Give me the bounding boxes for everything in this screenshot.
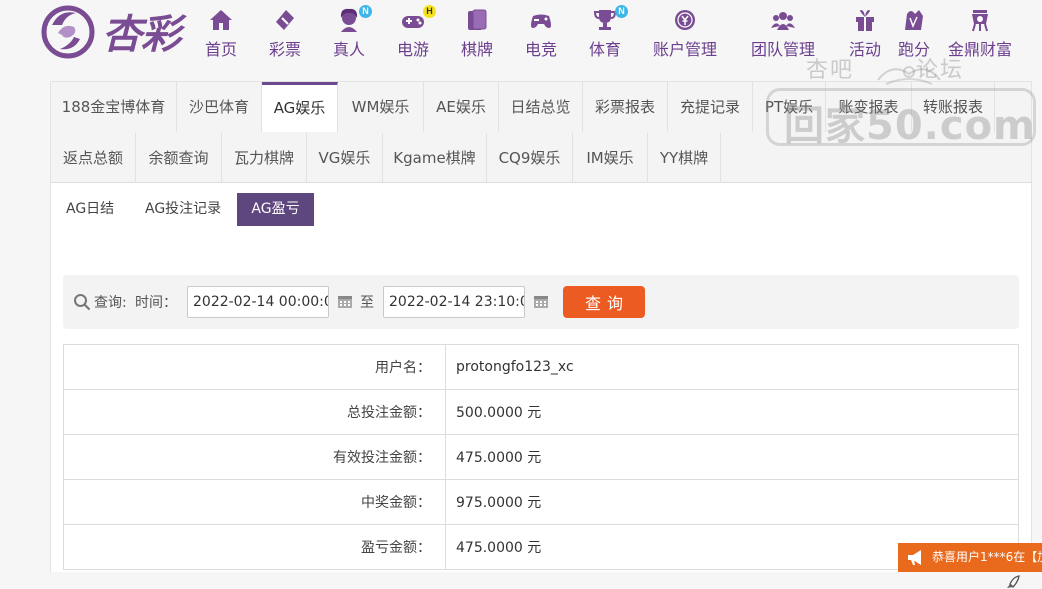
tab-188-sports[interactable]: 188金宝博体育	[51, 82, 177, 132]
table-row: 中奖金额： 975.0000 元	[63, 479, 1019, 525]
profit-loss-table: 用户名： protongfo123_xc 总投注金额： 500.0000 元 有效投…	[63, 344, 1019, 570]
team-icon	[771, 12, 795, 30]
nav-item-activity[interactable]: 活动	[849, 6, 881, 62]
table-row: 用户名： protongfo123_xc	[63, 344, 1019, 390]
row-label: 有效投注金额：	[63, 434, 446, 480]
tab-transfer-report[interactable]: 转账报表	[912, 82, 995, 132]
table-row: 盈亏金额： 475.0000 元	[63, 524, 1019, 570]
row-value: 475.0000 元	[445, 434, 1019, 480]
tab-daily-overview[interactable]: 日结总览	[499, 82, 583, 132]
tab-rebate-total[interactable]: 返点总额	[51, 133, 136, 183]
ticket-icon	[276, 10, 294, 30]
row-label: 中奖金额：	[63, 479, 446, 525]
tab-cq9-entertainment[interactable]: CQ9娱乐	[487, 133, 573, 183]
row-label: 总投注金额：	[63, 389, 446, 435]
start-time-input[interactable]	[187, 286, 329, 318]
tab-kgame-chess[interactable]: Kgame棋牌	[383, 133, 487, 183]
query-button[interactable]: 查询	[563, 286, 645, 318]
nav-item-home[interactable]: 首页	[205, 6, 237, 62]
calendar-icon[interactable]	[337, 293, 353, 309]
tab-ae-entertainment[interactable]: AE娱乐	[424, 82, 499, 132]
nav-item-team[interactable]: 团队管理	[751, 6, 815, 62]
controller-icon	[531, 14, 551, 28]
cards-icon	[468, 9, 487, 30]
winner-notice[interactable]: 恭喜用户1***6在【加	[898, 543, 1042, 572]
table-row: 总投注金额： 500.0000 元	[63, 389, 1019, 435]
row-value: protongfo123_xc	[445, 344, 1019, 390]
search-icon	[74, 294, 91, 311]
time-label: 时间：	[135, 295, 177, 311]
nav-item-live[interactable]: N 真人	[333, 5, 372, 62]
end-time-input[interactable]	[383, 286, 525, 318]
calendar-icon[interactable]	[533, 293, 549, 309]
hot-badge: H	[423, 5, 436, 18]
notice-text: 恭喜用户1***6在【加	[932, 550, 1042, 564]
nav-item-wealth[interactable]: 金鼎财富	[948, 6, 1012, 62]
nav-item-slots[interactable]: H 电游	[397, 5, 436, 62]
new-badge: N	[615, 5, 628, 18]
nav-item-esports[interactable]: 电竞	[525, 6, 557, 62]
gift-icon	[856, 10, 874, 31]
new-badge: N	[359, 5, 372, 18]
nav-item-running-score[interactable]: 跑分	[898, 6, 930, 62]
logo-text: 杏彩	[102, 11, 181, 58]
query-bar: 查询: 时间： 至 查询	[63, 275, 1019, 329]
query-label: 查询:	[94, 295, 127, 311]
top-header: 杏彩 首页 彩票 N 真人 H 电游 棋牌 电竞 N 体育 账户管理 团队管理 …	[0, 0, 1042, 70]
back-to-top-rocket-icon[interactable]	[1004, 575, 1020, 589]
row-label: 用户名：	[63, 344, 446, 390]
tab-deposit-withdraw-records[interactable]: 充提记录	[668, 82, 753, 132]
tab-wali-chess[interactable]: 瓦力棋牌	[222, 133, 307, 183]
running-icon	[905, 10, 923, 30]
report-panel: 188金宝博体育 沙巴体育 AG娱乐 WM娱乐 AE娱乐 日结总览 彩票报表 充…	[50, 81, 1032, 589]
megaphone-icon	[908, 550, 921, 565]
subtab-ag-daily[interactable]: AG日结	[58, 193, 122, 226]
report-tabs: 188金宝博体育 沙巴体育 AG娱乐 WM娱乐 AE娱乐 日结总览 彩票报表 充…	[51, 82, 1031, 183]
tab-vg-entertainment[interactable]: VG娱乐	[307, 133, 383, 183]
subtab-ag-profit-loss[interactable]: AG盈亏	[237, 193, 314, 226]
row-value: 975.0000 元	[445, 479, 1019, 525]
nav-item-sports[interactable]: N 体育	[589, 5, 628, 62]
subtab-ag-bet-records[interactable]: AG投注记录	[137, 193, 229, 226]
tab-pt-entertainment[interactable]: PT娱乐	[753, 82, 826, 132]
nav-item-lottery[interactable]: 彩票	[269, 6, 301, 62]
yen-coin-icon	[675, 10, 695, 30]
row-value: 500.0000 元	[445, 389, 1019, 435]
table-row: 有效投注金额： 475.0000 元	[63, 434, 1019, 480]
tripod-icon	[972, 10, 988, 32]
tab-yy-chess[interactable]: YY棋牌	[648, 133, 721, 183]
logo-emblem-icon	[41, 5, 95, 59]
row-label: 盈亏金额：	[63, 524, 446, 570]
tab-balance-query[interactable]: 余额查询	[136, 133, 222, 183]
tab-lottery-report[interactable]: 彩票报表	[583, 82, 668, 132]
tab-balance-change-report[interactable]: 账变报表	[826, 82, 912, 132]
nav-item-chess[interactable]: 棋牌	[461, 6, 493, 62]
tab-ag-entertainment[interactable]: AG娱乐	[262, 82, 338, 132]
tab-wm-entertainment[interactable]: WM娱乐	[338, 82, 424, 132]
tab-saba-sports[interactable]: 沙巴体育	[177, 82, 262, 132]
to-label: 至	[360, 295, 374, 311]
nav-item-account[interactable]: 账户管理	[653, 6, 717, 62]
home-icon	[210, 10, 232, 30]
tab-im-entertainment[interactable]: IM娱乐	[573, 133, 648, 183]
bottom-strip	[0, 572, 1042, 589]
site-logo[interactable]: 杏彩	[40, 2, 195, 60]
